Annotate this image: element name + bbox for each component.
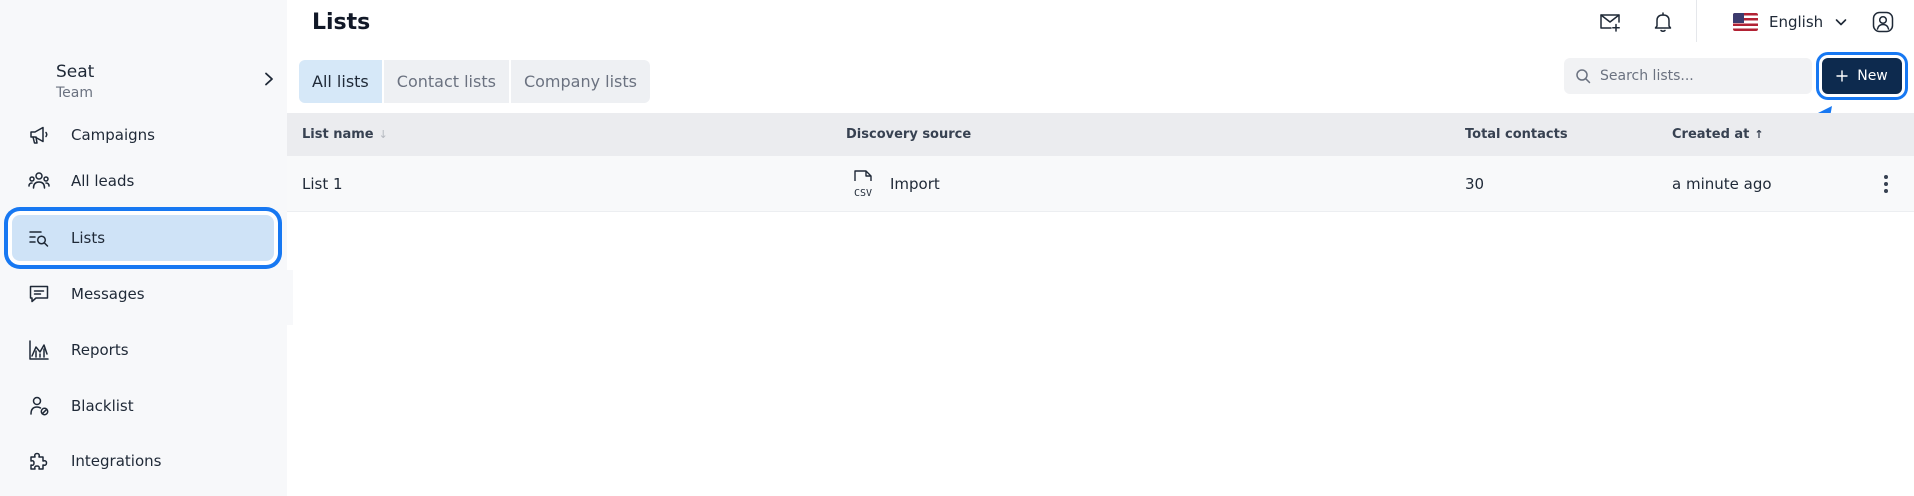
sidebar-item-lists[interactable]: Lists	[12, 215, 274, 261]
user-account-icon[interactable]	[1871, 10, 1895, 34]
new-list-button[interactable]: New	[1822, 58, 1902, 94]
tab-all-lists[interactable]: All lists	[299, 60, 382, 103]
language-selector[interactable]: English	[1733, 10, 1847, 34]
header-divider	[1696, 0, 1697, 42]
sidebar-item-label: Reports	[71, 341, 129, 359]
cell-list-name: List 1	[302, 175, 343, 193]
sidebar-item-messages[interactable]: Messages	[12, 271, 274, 317]
sidebar-item-all-leads[interactable]: All leads	[12, 158, 274, 204]
team-switcher[interactable]: Seat Team	[56, 62, 276, 104]
new-button-label: New	[1857, 68, 1888, 84]
bell-icon[interactable]	[1651, 10, 1675, 34]
tab-company-lists[interactable]: Company lists	[510, 60, 650, 103]
sidebar-item-integrations[interactable]: Integrations	[12, 438, 274, 484]
us-flag-icon	[1733, 13, 1758, 31]
sidebar-item-reports[interactable]: Reports	[12, 327, 274, 373]
table-row[interactable]: List 1 CSV Import 30 a minute ago	[287, 156, 1914, 212]
sidebar: Seat Team Campaigns All leads Lists Mess…	[0, 0, 287, 496]
tab-contact-lists[interactable]: Contact lists	[383, 60, 509, 103]
sidebar-item-label: All leads	[71, 172, 135, 190]
svg-text:CSV: CSV	[854, 188, 872, 199]
plus-icon	[1836, 70, 1848, 82]
cell-created-at: a minute ago	[1672, 175, 1772, 193]
message-icon	[29, 285, 49, 303]
sidebar-item-label: Messages	[71, 285, 145, 303]
table-header: List name ↓ Discovery source Total conta…	[287, 113, 1914, 156]
cell-total-contacts: 30	[1465, 175, 1485, 193]
chevron-right-icon	[265, 72, 273, 86]
chart-icon	[29, 340, 49, 360]
page-title: Lists	[312, 10, 371, 35]
users-icon	[28, 172, 50, 189]
sidebar-item-label: Lists	[71, 229, 106, 247]
chevron-down-icon	[1835, 19, 1847, 26]
csv-file-icon: CSV	[854, 170, 872, 199]
column-header-total-contacts: Total contacts	[1465, 127, 1568, 142]
row-more-options-icon[interactable]	[1882, 175, 1890, 193]
puzzle-icon	[30, 452, 48, 470]
language-label: English	[1769, 13, 1824, 31]
sidebar-item-label: Blacklist	[71, 397, 134, 415]
column-header-list-name[interactable]: List name ↓	[302, 113, 388, 156]
search-box	[1564, 58, 1812, 94]
sidebar-item-label: Integrations	[71, 452, 162, 470]
sort-icon: ↓	[378, 128, 388, 141]
sidebar-item-campaigns[interactable]: Campaigns	[12, 112, 274, 158]
team-name: Seat	[56, 62, 95, 82]
search-icon	[1576, 69, 1591, 84]
column-header-discovery-source: Discovery source	[846, 127, 972, 142]
sidebar-item-label: Campaigns	[71, 126, 156, 144]
sort-ascending-icon: ↑	[1754, 128, 1764, 141]
column-header-created-at[interactable]: Created at ↑	[1672, 113, 1764, 156]
cell-discovery-source: CSV Import	[850, 156, 940, 212]
sidebar-edge	[287, 270, 293, 325]
user-blocked-icon	[30, 396, 49, 416]
mail-plus-icon[interactable]	[1598, 10, 1622, 34]
source-label: Import	[890, 175, 940, 193]
search-input[interactable]	[1600, 58, 1806, 94]
sidebar-item-blacklist[interactable]: Blacklist	[12, 383, 274, 429]
list-search-icon	[29, 231, 49, 247]
list-type-tabs: All lists Contact lists Company lists	[299, 60, 650, 103]
megaphone-icon	[30, 126, 48, 144]
team-subtitle: Team	[56, 85, 94, 101]
lists-table: List name ↓ Discovery source Total conta…	[287, 113, 1914, 212]
